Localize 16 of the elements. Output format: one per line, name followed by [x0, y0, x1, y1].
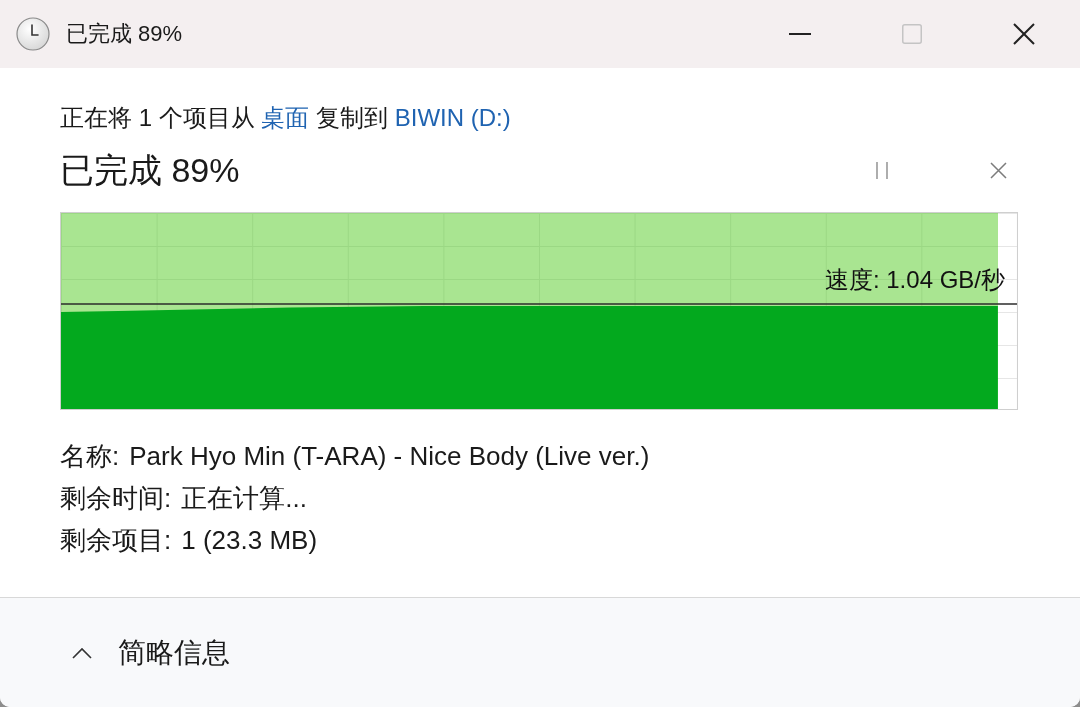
detail-label: 剩余项目:	[60, 524, 172, 557]
copy-description: 正在将 1 个项目从 桌面 复制到 BIWIN (D:)	[60, 103, 512, 133]
location-link[interactable]: 桌面	[261, 104, 310, 131]
detail-label: 名称:	[60, 440, 120, 473]
location-link[interactable]: BIWIN (D:)	[394, 104, 511, 131]
progress-heading: 已完成 89%	[60, 150, 240, 191]
details-toggle-button[interactable]: 简略信息	[62, 627, 240, 678]
detail-value: 1 (23.3 MB)	[181, 524, 318, 557]
clock-icon	[16, 17, 50, 51]
window-title: 已完成 89%	[66, 20, 183, 48]
close-icon	[989, 161, 1007, 179]
pause-icon	[876, 161, 888, 179]
detail-value: Park Hyo Min (T-ARA) - Nice Body (Live ver.)	[129, 440, 650, 473]
speed-label: 速度: 1.04 GB/秒	[824, 265, 1005, 295]
detail-label: 剩余时间:	[60, 482, 172, 515]
detail-value: 正在计算...	[181, 482, 307, 515]
